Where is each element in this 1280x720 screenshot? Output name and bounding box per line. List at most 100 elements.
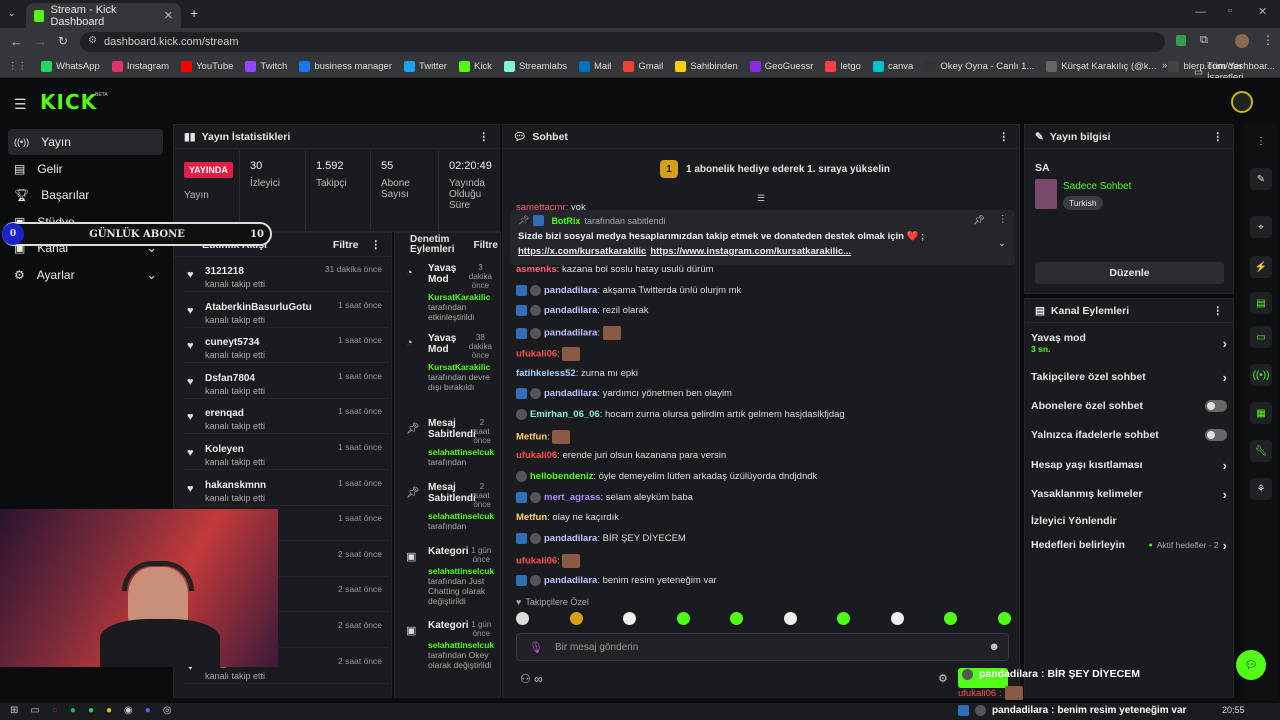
bookmark-item[interactable]: WhatsApp	[41, 61, 100, 72]
chat-username[interactable]: pandadilara	[544, 533, 597, 544]
steam-icon[interactable]: ◎	[163, 705, 172, 716]
pinned-link-instagram[interactable]: https://www.instagram.com/kursatkarakili…	[650, 246, 851, 257]
emote-icon[interactable]	[730, 612, 744, 625]
more-options-icon[interactable]: ⋮	[1250, 130, 1272, 152]
chat-settings-gear-icon[interactable]: ⚙	[938, 672, 948, 685]
close-window-icon[interactable]: ✕	[1258, 5, 1267, 18]
chat-username[interactable]: fatihkeless52	[516, 368, 576, 379]
more-options-icon[interactable]: ⋮	[479, 131, 490, 143]
bookmark-item[interactable]: Mail	[579, 61, 611, 72]
bookmark-item[interactable]: Twitter	[404, 61, 447, 72]
pinned-user[interactable]: BotRix	[551, 216, 580, 226]
microphone-icon[interactable]: 🎙︎	[529, 641, 543, 654]
chat-username[interactable]: pandadilara	[544, 328, 597, 339]
unpin-icon[interactable]: 📌︎	[973, 215, 985, 226]
more-options-icon[interactable]: ⋮	[1213, 305, 1224, 317]
edit-icon[interactable]: ✎	[1250, 168, 1272, 190]
chevron-down-icon[interactable]: ⌄	[998, 238, 1006, 249]
chat-username[interactable]: pandadilara	[544, 575, 597, 586]
start-icon[interactable]: ⊞	[10, 705, 18, 716]
toggle-switch[interactable]	[1205, 429, 1227, 441]
moderator-name[interactable]: selahattinselcuk	[428, 640, 494, 650]
emote-icon[interactable]	[783, 612, 797, 625]
sub-gift-promo[interactable]: 1 1 abonelik hediye ederek 1. sıraya yüks…	[660, 160, 890, 178]
extensions-puzzle-icon[interactable]: ⧉	[1200, 34, 1208, 47]
moderator-name[interactable]: selahattinselcuk	[428, 447, 494, 457]
chat-icon[interactable]: ▭	[1250, 326, 1272, 348]
bookmark-item[interactable]: Sahibinden	[675, 61, 738, 72]
channel-action-item[interactable]: Takipçilere özel sohbet ›	[1031, 367, 1227, 387]
chat-username[interactable]: pandadilara	[544, 388, 597, 399]
channel-action-item[interactable]: Hedefleri belirleyin ● Aktif hedefler - 2 ›	[1031, 535, 1227, 555]
activity-item[interactable]: ♥ hakanskmnn kanalı takip etti 1 saat önce	[183, 472, 388, 506]
emote-icon[interactable]	[837, 612, 851, 625]
hamburger-menu-icon[interactable]: ☰	[14, 96, 27, 113]
moderator-name[interactable]: selahattinselcuk	[428, 511, 494, 521]
chrome-icon[interactable]: ●	[106, 705, 112, 716]
channel-action-item[interactable]: Abonelere özel sohbet	[1031, 396, 1227, 416]
chat-username[interactable]: Metfun	[516, 512, 547, 523]
obs-icon[interactable]: ◉	[124, 705, 133, 716]
channel-action-item[interactable]: Yasaklanmış kelimeler ›	[1031, 484, 1227, 504]
forward-arrow-icon[interactable]: →	[34, 34, 47, 49]
activity-item[interactable]: ♥ AtaberkinBasurluGotu kanalı takip etti 1 …	[183, 294, 388, 328]
emote-icon[interactable]	[676, 612, 690, 625]
screenshot-icon[interactable]: ⌖	[1250, 216, 1272, 238]
chat-username[interactable]: pandadilara	[544, 285, 597, 296]
toggle-switch[interactable]	[1205, 400, 1227, 412]
files-icon[interactable]: ▭	[30, 705, 39, 716]
browser-tab[interactable]: Stream - Kick Dashboard ✕	[26, 3, 181, 28]
bookmark-item[interactable]: business manager	[299, 61, 392, 72]
emote-icon[interactable]	[944, 612, 958, 625]
emote-icon[interactable]	[569, 612, 583, 625]
discord-icon[interactable]: ●	[145, 705, 151, 716]
emote-icon[interactable]	[890, 612, 904, 625]
bolt-icon[interactable]: ⚡	[1250, 256, 1272, 278]
tools-icon[interactable]: 🔧︎	[1250, 440, 1272, 462]
bookmark-item[interactable]: Streamlabs	[503, 61, 567, 72]
document-icon[interactable]: ▤	[1250, 292, 1272, 314]
profile-avatar[interactable]	[1235, 34, 1249, 48]
emote-icon[interactable]	[516, 612, 529, 625]
new-tab-button[interactable]: +	[190, 5, 198, 21]
emote-icon[interactable]	[623, 612, 637, 625]
channel-action-item[interactable]: İzleyici Yönlendir	[1031, 511, 1227, 531]
chat-username[interactable]: pandadilara	[544, 305, 597, 316]
moderation-filter-button[interactable]: Filtre	[474, 240, 498, 251]
channel-action-item[interactable]: Yavaş mod 3 sn. ›	[1031, 332, 1227, 354]
apps-grid-icon[interactable]: ⋮⋮	[8, 61, 27, 72]
category-name[interactable]: Sadece Sohbet	[1063, 181, 1131, 192]
bookmark-item[interactable]: GeoGuessr	[749, 61, 813, 72]
emote-icon[interactable]	[997, 612, 1011, 625]
bookmark-item[interactable]: Twitch	[245, 61, 287, 72]
whatsapp-icon[interactable]: ●	[88, 705, 94, 716]
bookmark-item[interactable]: Okey Oyna - Canlı 1...	[925, 61, 1034, 72]
pinned-link-x[interactable]: https://x.com/kursatkarakilic	[518, 246, 646, 257]
bookmark-item[interactable]: Instagram	[111, 61, 169, 72]
chat-username[interactable]: ufukali06	[516, 450, 557, 461]
share-icon[interactable]: ⚘	[1250, 478, 1272, 500]
bookmark-item[interactable]: Gmail	[623, 61, 663, 72]
chat-username[interactable]: hellobendeniz	[530, 471, 593, 482]
nav-basarilar[interactable]: 🏆︎ Başarılar	[8, 182, 163, 208]
language-tag[interactable]: Turkish	[1063, 196, 1103, 210]
activity-item[interactable]: ♥ Dsfan7804 kanalı takip etti 1 saat önce	[183, 365, 388, 399]
emoji-icon[interactable]: ☻	[988, 641, 1000, 653]
bookmark-item[interactable]: letgo	[825, 61, 861, 72]
minimize-icon[interactable]: —	[1195, 6, 1206, 18]
activity-item[interactable]: ♥ 3121218 kanalı takip etti 31 dakika önce	[183, 258, 388, 292]
nav-gelir[interactable]: ▤ Gelir	[8, 156, 163, 182]
spotify-icon[interactable]: ●	[70, 705, 76, 716]
chat-username[interactable]: ufukali06	[516, 348, 557, 359]
bookmark-item[interactable]: canva	[872, 61, 913, 72]
activity-item[interactable]: ♥ cuneyt5734 kanalı takip etti 1 saat önce	[183, 329, 388, 364]
channel-action-item[interactable]: Hesap yaşı kısıtlaması ›	[1031, 455, 1227, 475]
edit-stream-info-button[interactable]: Düzenle	[1035, 262, 1224, 284]
maximize-icon[interactable]: ▫	[1228, 5, 1232, 17]
activity-item[interactable]: ♥ erenqad kanalı takip etti 1 saat önce	[183, 400, 388, 435]
moderator-name[interactable]: selahattinselcuk	[428, 566, 494, 576]
bookmark-item[interactable]: Kürşat Karakılıç (@k...	[1046, 61, 1156, 72]
more-options-icon[interactable]: ⋮	[998, 214, 1008, 225]
support-chat-icon[interactable]: 💬︎	[1236, 650, 1266, 680]
more-bookmarks-icon[interactable]: »	[1162, 60, 1167, 71]
